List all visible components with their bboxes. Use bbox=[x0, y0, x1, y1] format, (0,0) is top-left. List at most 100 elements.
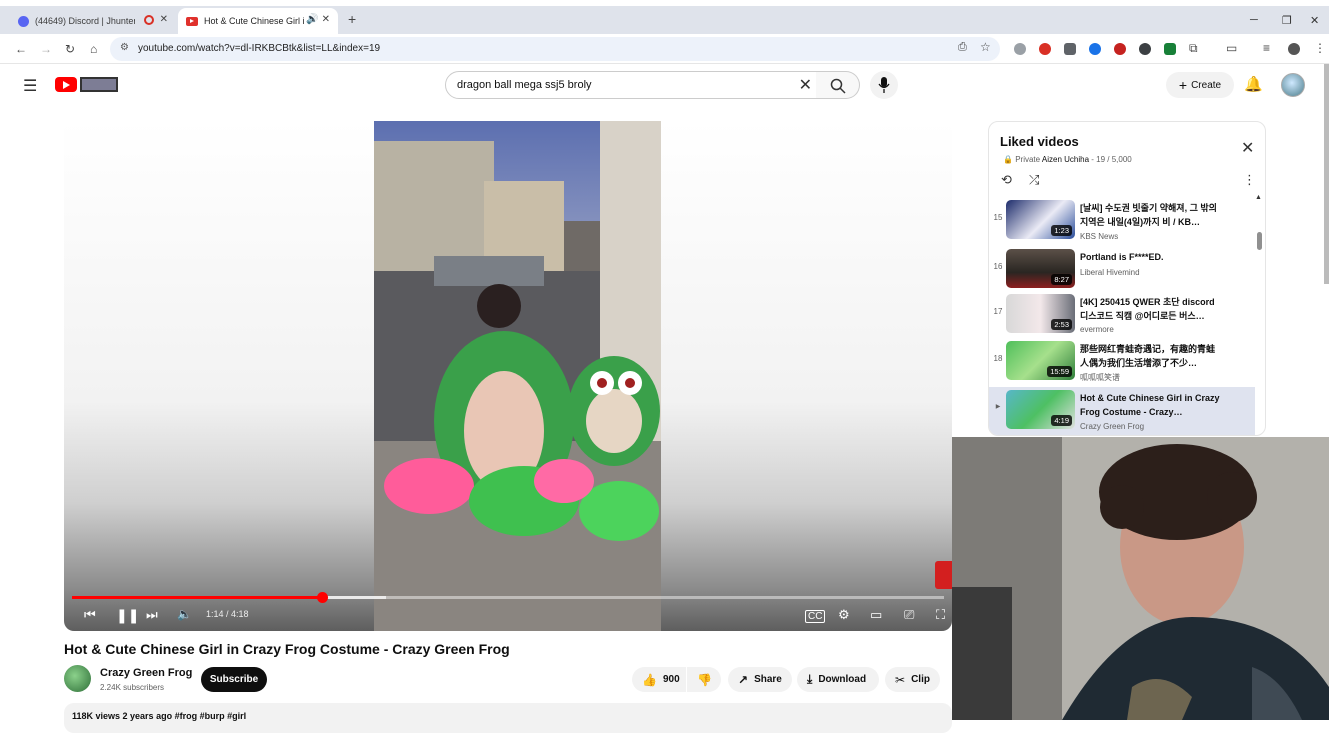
reload-icon[interactable]: ↻ bbox=[65, 42, 75, 56]
share-button[interactable]: ↗ Share bbox=[728, 667, 792, 692]
lock-icon: 🔒 bbox=[1003, 155, 1013, 164]
playlist-meta: 🔒 Private Aizen Uchiha - 19 / 5,000 bbox=[1003, 155, 1132, 164]
video-thumbnail: 2:53 bbox=[1006, 294, 1075, 333]
menu-icon[interactable]: ⋮ bbox=[1314, 41, 1326, 55]
site-info-icon[interactable]: ⚙ bbox=[120, 42, 129, 53]
playlist-position: - 19 / 5,000 bbox=[1091, 155, 1132, 164]
webcam-overlay bbox=[952, 437, 1329, 720]
item-index: 15 bbox=[993, 213, 1003, 222]
shuffle-icon[interactable]: ⤮ bbox=[1029, 172, 1039, 188]
url-text[interactable]: youtube.com/watch?v=dl-IRKBCBtk&list=LL&… bbox=[138, 43, 380, 54]
dislike-button[interactable]: 👎 bbox=[687, 667, 721, 692]
playlist-item[interactable]: 16 8:27 Portland is F****ED. Liberal Hiv… bbox=[989, 246, 1255, 292]
extension-icon[interactable] bbox=[1014, 43, 1026, 55]
search-box[interactable]: dragon ball mega ssj5 broly ✕ bbox=[445, 71, 817, 99]
extension-icon[interactable] bbox=[1089, 43, 1101, 55]
maximize-icon[interactable]: ❐ bbox=[1282, 14, 1292, 27]
previous-icon[interactable]: ⏮ bbox=[84, 607, 96, 623]
playlist-title[interactable]: Liked videos bbox=[1000, 134, 1079, 149]
forward-icon[interactable]: → bbox=[40, 42, 52, 56]
subscribe-button[interactable]: Subscribe bbox=[201, 667, 267, 692]
extension-icon[interactable] bbox=[1139, 43, 1151, 55]
extension-icon[interactable] bbox=[1064, 43, 1076, 55]
youtube-logo-icon[interactable] bbox=[55, 77, 77, 92]
new-tab-icon[interactable]: + bbox=[348, 11, 356, 27]
extension-icon[interactable] bbox=[1164, 43, 1176, 55]
bookmark-star-icon[interactable]: ☆ bbox=[980, 40, 991, 54]
install-icon[interactable]: ⎙ bbox=[958, 41, 967, 54]
channel-name[interactable]: Crazy Green Frog bbox=[100, 667, 192, 679]
thumbs-down-icon: 👎 bbox=[697, 672, 712, 687]
create-label: Create bbox=[1191, 79, 1222, 91]
tab-youtube[interactable]: Hot & Cute Chinese Girl in 🔊 ✕ bbox=[178, 8, 338, 34]
scrubber-handle[interactable] bbox=[317, 592, 329, 603]
playlist-owner[interactable]: Aizen Uchiha bbox=[1042, 155, 1089, 164]
logo-doodle[interactable] bbox=[80, 77, 118, 92]
settings-gear-icon[interactable]: ⚙ bbox=[838, 607, 850, 623]
description-box[interactable]: 118K views 2 years ago #frog #burp #girl bbox=[64, 703, 952, 733]
item-channel: Liberal Hivemind bbox=[1080, 268, 1140, 277]
pause-icon[interactable]: ❚❚ bbox=[116, 607, 139, 624]
item-channel: Crazy Green Frog bbox=[1080, 422, 1145, 431]
extension-icon[interactable] bbox=[1114, 43, 1126, 55]
loop-icon[interactable]: ⟲ bbox=[1001, 172, 1012, 188]
tab-discord[interactable]: (44649) Discord | Jhunter, R ✕ bbox=[10, 8, 176, 34]
close-tab-icon[interactable]: ✕ bbox=[160, 14, 168, 25]
scroll-up-icon[interactable]: ▲ bbox=[1255, 194, 1262, 201]
speaker-icon[interactable]: 🔊 bbox=[306, 14, 318, 25]
item-title: Portland is F****ED. bbox=[1080, 252, 1164, 262]
more-options-icon[interactable]: ⋮ bbox=[1243, 172, 1256, 188]
profile-avatar[interactable] bbox=[1288, 43, 1300, 55]
video-thumbnail: 4:19 bbox=[1006, 390, 1075, 429]
playlist-scrollbar[interactable] bbox=[1257, 232, 1262, 250]
playlist-item[interactable]: 17 2:53 [4K] 250415 QWER 초단 discord 디스코드… bbox=[989, 291, 1255, 337]
hamburger-menu-icon[interactable]: ☰ bbox=[23, 76, 37, 96]
video-player[interactable]: ⏮ ❚❚ ⏭ 🔈 1:14 / 4:18 CC ⚙ ▭ ⎚ ⛶ bbox=[64, 121, 952, 631]
video-thumbnail: 15:59 bbox=[1006, 341, 1075, 380]
notifications-bell-icon[interactable]: 🔔 bbox=[1244, 75, 1263, 93]
tab-search-icon[interactable]: ▭ bbox=[1226, 41, 1237, 55]
search-input[interactable]: dragon ball mega ssj5 broly bbox=[457, 79, 592, 91]
voice-search-button[interactable] bbox=[870, 71, 898, 99]
channel-watermark[interactable] bbox=[935, 561, 952, 589]
scissors-icon: ✂ bbox=[895, 672, 906, 687]
account-avatar[interactable] bbox=[1281, 73, 1305, 97]
duration-badge: 2:53 bbox=[1051, 319, 1072, 330]
clear-search-icon[interactable]: ✕ bbox=[799, 75, 812, 95]
playlist-item[interactable]: 18 15:59 那些网红青蛙奇遇记，有趣的青蛙人偶为我们生活增添了不少… 呱呱… bbox=[989, 338, 1255, 384]
minimize-icon[interactable]: ─ bbox=[1250, 14, 1258, 26]
playlist-item[interactable]: 15 1:23 [날씨] 수도권 빗줄기 약해져, 그 밖의 지역은 내일(4일… bbox=[989, 197, 1255, 243]
page-scrollbar[interactable] bbox=[1324, 64, 1329, 284]
search-icon bbox=[830, 78, 846, 94]
duration-badge: 15:59 bbox=[1047, 366, 1072, 377]
address-bar[interactable]: ⚙ youtube.com/watch?v=dl-IRKBCBtk&list=L… bbox=[110, 37, 1000, 61]
close-playlist-icon[interactable]: ✕ bbox=[1241, 138, 1254, 158]
duration-badge: 1:23 bbox=[1051, 225, 1072, 236]
next-icon[interactable]: ⏭ bbox=[146, 607, 158, 623]
download-button[interactable]: ⤓ Download bbox=[797, 667, 879, 692]
close-tab-icon[interactable]: ✕ bbox=[322, 14, 330, 25]
home-icon[interactable]: ⌂ bbox=[90, 42, 97, 56]
create-button[interactable]: + Create bbox=[1166, 72, 1234, 98]
like-button[interactable]: 👍 900 bbox=[632, 667, 686, 692]
recording-icon bbox=[144, 15, 154, 25]
progress-bar[interactable] bbox=[72, 592, 944, 603]
video-thumbnail: 8:27 bbox=[1006, 249, 1075, 288]
channel-avatar[interactable] bbox=[64, 665, 91, 692]
download-label: Download bbox=[818, 674, 867, 685]
extension-icon[interactable] bbox=[1039, 43, 1051, 55]
theater-mode-icon[interactable]: ▭ bbox=[870, 607, 882, 623]
close-window-icon[interactable]: ✕ bbox=[1310, 14, 1319, 27]
cast-icon[interactable]: ⎚ bbox=[904, 607, 914, 623]
fullscreen-icon[interactable]: ⛶ bbox=[936, 607, 945, 623]
media-icon[interactable]: ≡ bbox=[1263, 41, 1270, 55]
clip-button[interactable]: ✂ Clip bbox=[885, 667, 940, 692]
video-scene bbox=[374, 121, 661, 631]
video-frame bbox=[374, 121, 661, 631]
playlist-item-current[interactable]: ▶ 4:19 Hot & Cute Chinese Girl in Crazy … bbox=[989, 387, 1255, 435]
volume-icon[interactable]: 🔈 bbox=[177, 607, 192, 621]
back-icon[interactable]: ← bbox=[15, 42, 27, 56]
puzzle-icon[interactable]: ⧉ bbox=[1189, 41, 1198, 56]
captions-icon[interactable]: CC bbox=[805, 610, 826, 623]
search-button[interactable] bbox=[816, 71, 860, 99]
